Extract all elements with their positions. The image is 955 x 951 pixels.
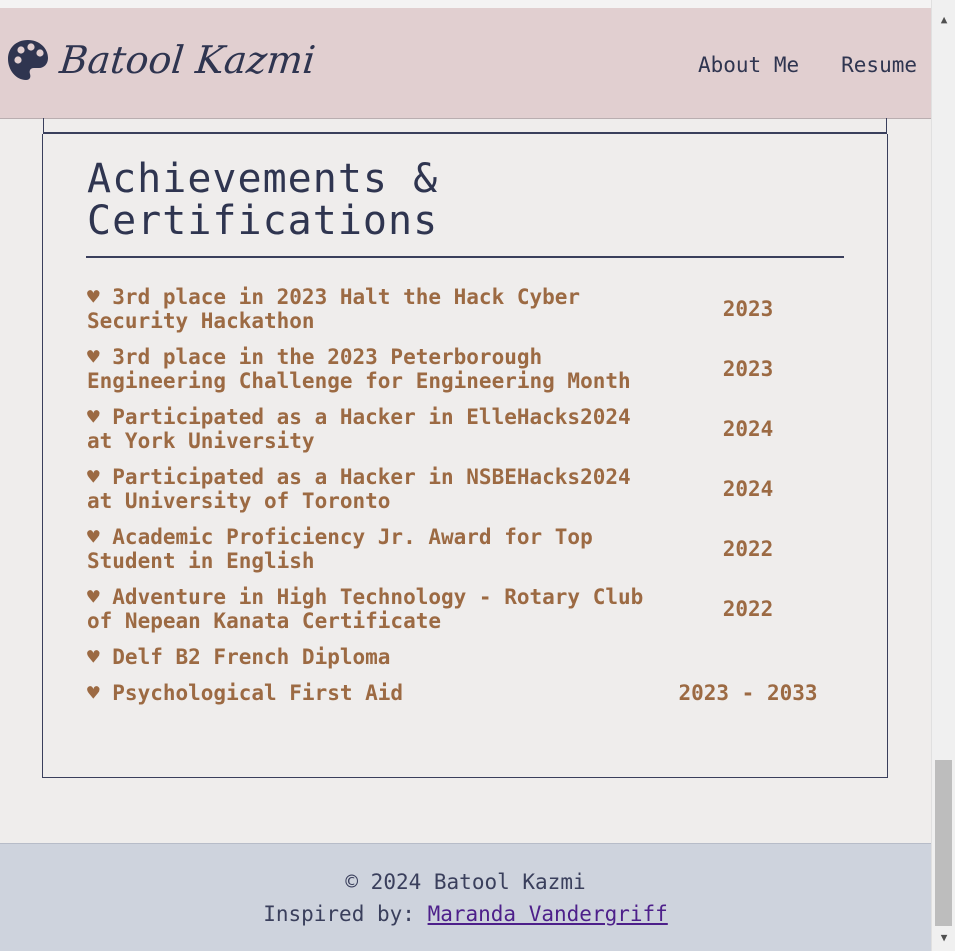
achievement-year: 2022 bbox=[722, 597, 774, 621]
achievement-text: ♥ 3rd place in the 2023 Peterborough Eng… bbox=[87, 345, 631, 393]
list-item: ♥ Participated as a Hacker in ElleHacks2… bbox=[87, 405, 847, 453]
achievement-text: ♥ Psychological First Aid bbox=[87, 681, 404, 705]
inspired-link[interactable]: Maranda Vandergriff bbox=[428, 902, 668, 926]
list-item: ♥ 3rd place in the 2023 Peterborough Eng… bbox=[87, 345, 847, 393]
scroll-down-arrow-icon[interactable]: ▼ bbox=[932, 928, 955, 948]
scroll-thumb[interactable] bbox=[935, 760, 952, 926]
list-item: ♥ 3rd place in 2023 Halt the Hack Cyber … bbox=[87, 285, 847, 333]
list-item: ♥ Participated as a Hacker in NSBEHacks2… bbox=[87, 465, 847, 513]
achievement-year: 2023 - 2033 bbox=[678, 681, 818, 705]
achievement-text: ♥ Participated as a Hacker in ElleHacks2… bbox=[87, 405, 631, 453]
palette-icon bbox=[6, 38, 50, 82]
vertical-scrollbar[interactable]: ▲ ▼ bbox=[931, 0, 955, 951]
section-title: Achievements & Certifications bbox=[87, 156, 439, 244]
achievement-text: ♥ Academic Proficiency Jr. Award for Top… bbox=[87, 525, 593, 573]
main-nav: About Me Resume bbox=[698, 53, 917, 77]
brand-name: Batool Kazmi bbox=[57, 38, 318, 82]
achievement-year: 2024 bbox=[722, 417, 774, 441]
previous-card-edge bbox=[43, 118, 887, 134]
achievement-year: 2023 bbox=[722, 357, 774, 381]
list-item: ♥ Delf B2 French Diploma bbox=[87, 645, 847, 669]
achievements-list: ♥ 3rd place in 2023 Halt the Hack Cyber … bbox=[87, 285, 847, 717]
list-item: ♥ Adventure in High Technology - Rotary … bbox=[87, 585, 847, 633]
achievement-year: 2024 bbox=[722, 477, 774, 501]
inspired-label: Inspired by: bbox=[263, 902, 428, 926]
logo[interactable]: Batool Kazmi bbox=[6, 38, 318, 82]
title-divider bbox=[86, 256, 844, 258]
achievement-year: 2022 bbox=[722, 537, 774, 561]
nav-resume[interactable]: Resume bbox=[841, 53, 917, 77]
nav-about-me[interactable]: About Me bbox=[698, 53, 799, 77]
achievement-text: ♥ Adventure in High Technology - Rotary … bbox=[87, 585, 644, 633]
scroll-up-arrow-icon[interactable]: ▲ bbox=[932, 10, 955, 30]
site-header: Batool Kazmi About Me Resume bbox=[0, 8, 931, 119]
footer-inspired: Inspired by: Maranda Vandergriff bbox=[0, 902, 931, 926]
achievement-text: ♥ 3rd place in 2023 Halt the Hack Cyber … bbox=[87, 285, 581, 333]
achievement-text: ♥ Participated as a Hacker in NSBEHacks2… bbox=[87, 465, 631, 513]
footer-copyright: © 2024 Batool Kazmi bbox=[345, 870, 586, 894]
top-strip bbox=[0, 0, 931, 8]
list-item: ♥ Psychological First Aid 2023 - 2033 bbox=[87, 681, 847, 705]
achievement-year: 2023 bbox=[722, 297, 774, 321]
achievement-text: ♥ Delf B2 French Diploma bbox=[87, 645, 391, 669]
site-footer: © 2024 Batool Kazmi Inspired by: Maranda… bbox=[0, 843, 931, 951]
list-item: ♥ Academic Proficiency Jr. Award for Top… bbox=[87, 525, 847, 573]
page-viewport: Batool Kazmi About Me Resume Achievement… bbox=[0, 0, 931, 951]
